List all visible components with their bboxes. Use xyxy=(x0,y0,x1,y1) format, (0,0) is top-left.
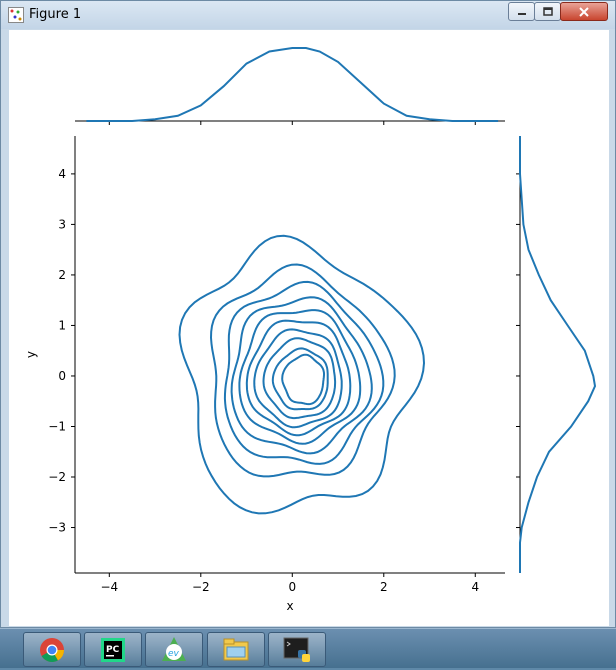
kde-contour-line xyxy=(230,296,373,455)
marginal-x-kde-line xyxy=(86,47,499,122)
marginal-y-ticks xyxy=(516,173,520,529)
close-button[interactable] xyxy=(560,2,608,21)
y-tick-label: −3 xyxy=(48,521,66,535)
minimize-icon xyxy=(517,12,526,15)
taskbar-item-python[interactable] xyxy=(268,632,326,667)
taskbar: PC ev xyxy=(0,628,616,668)
chrome-icon xyxy=(40,638,64,663)
y-tick-label: 4 xyxy=(58,167,66,181)
kde-contour-line xyxy=(281,353,325,406)
kde-contour-line xyxy=(271,347,329,411)
maximize-button[interactable] xyxy=(534,2,561,21)
y-tick-label: 2 xyxy=(58,268,66,282)
matplotlib-figure-icon xyxy=(8,7,24,23)
y-tick-label: −1 xyxy=(48,419,66,433)
svg-text:PC: PC xyxy=(106,645,120,655)
x-tick-label: 4 xyxy=(471,580,479,594)
x-tick-label: 0 xyxy=(288,580,296,594)
y-tick-label: 3 xyxy=(58,217,66,231)
marginal-x-ticks xyxy=(108,121,476,125)
x-ticks: −4 −2 0 2 4 xyxy=(100,573,479,594)
close-icon xyxy=(579,6,589,17)
taskbar-item-pycharm[interactable]: PC xyxy=(84,632,142,667)
joint-axes: −4 −2 0 2 4 −3 −2 −1 0 1 2 3 4 x y xyxy=(24,136,505,613)
taskbar-item-chrome[interactable] xyxy=(23,632,81,667)
svg-text:ev: ev xyxy=(168,649,180,659)
taskbar-item-file-explorer[interactable] xyxy=(207,632,265,667)
x-tick-label: 2 xyxy=(380,580,388,594)
figure-canvas: −4 −2 0 2 4 −3 −2 −1 0 1 2 3 4 x y xyxy=(9,30,609,626)
marginal-x-axes xyxy=(75,47,505,125)
maximize-icon xyxy=(542,6,553,16)
kde-contours xyxy=(178,234,426,515)
marginal-y-axes xyxy=(516,136,597,573)
file-explorer-icon xyxy=(223,638,249,661)
y-tick-label: 1 xyxy=(58,318,66,332)
ev-recorder-icon: ev xyxy=(162,637,186,661)
y-ticks: −3 −2 −1 0 1 2 3 4 xyxy=(48,167,75,535)
window-title: Figure 1 xyxy=(29,7,82,22)
minimize-button[interactable] xyxy=(508,2,535,21)
x-tick-label: −2 xyxy=(192,580,210,594)
jointplot-figure: −4 −2 0 2 4 −3 −2 −1 0 1 2 3 4 x y xyxy=(24,47,597,613)
x-tick-label: −4 xyxy=(100,580,118,594)
figure-window: Figure 1 −4 −2 0 2 4 −3 −2 −1 0 1 2 3 4 x y xyxy=(0,0,616,628)
y-tick-label: 0 xyxy=(58,369,66,383)
marginal-y-kde-line xyxy=(519,136,597,573)
y-axis-label: y xyxy=(24,351,38,358)
taskbar-item-ev-recorder[interactable]: ev xyxy=(145,632,203,667)
pycharm-icon: PC xyxy=(101,638,125,662)
x-axis-label: x xyxy=(286,599,293,613)
y-tick-label: −2 xyxy=(48,470,66,484)
title-bar[interactable]: Figure 1 xyxy=(1,1,615,29)
python-icon xyxy=(283,637,310,662)
